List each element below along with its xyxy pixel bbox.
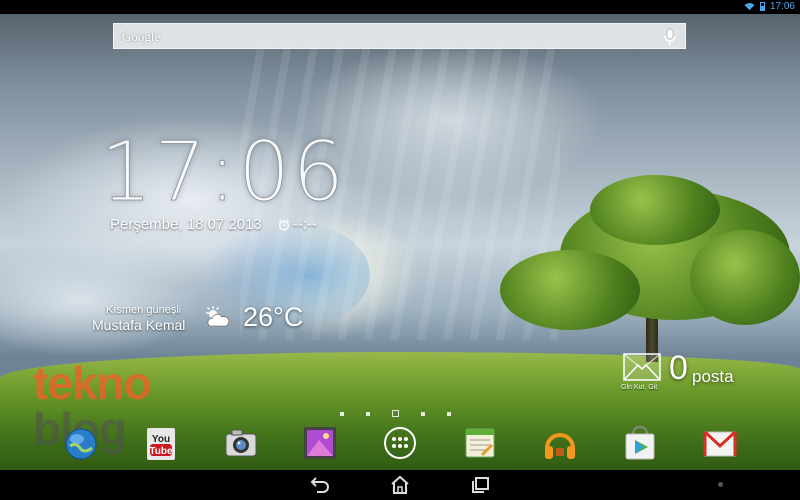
partly-sunny-icon <box>206 306 230 327</box>
date-text: Perşembe, 18 07 2013 <box>110 216 262 233</box>
nav-indicator-dot <box>718 482 723 487</box>
status-bar: 17:06 <box>0 0 800 14</box>
google-search-bar[interactable]: Google <box>113 23 686 49</box>
search-label: Google <box>122 29 161 44</box>
back-button[interactable] <box>309 475 331 495</box>
youtube-icon[interactable]: You Tube <box>142 424 180 462</box>
tree-crown <box>690 230 800 325</box>
tree-crown <box>590 175 720 245</box>
envelope-icon <box>623 353 661 381</box>
page-dot <box>447 411 451 416</box>
status-icons: 17:06 <box>744 1 795 12</box>
alarm[interactable]: --:-- <box>278 216 317 233</box>
home-button[interactable] <box>389 475 411 495</box>
page-dot-current <box>392 410 399 417</box>
mail-count: 0 <box>669 349 688 387</box>
gallery-icon[interactable] <box>301 424 339 462</box>
app-dock: You Tube <box>0 424 800 466</box>
recent-apps-button[interactable] <box>469 475 491 495</box>
alarm-time: --:-- <box>292 216 317 233</box>
alarm-clock-icon <box>278 219 290 230</box>
camera-icon[interactable] <box>222 424 260 462</box>
tree-crown <box>500 250 640 330</box>
globe-icon[interactable] <box>62 424 100 462</box>
page-dot <box>421 411 425 416</box>
navigation-bar <box>0 470 800 500</box>
wifi-icon <box>744 3 755 11</box>
svg-text:You: You <box>152 434 170 445</box>
page-dot <box>340 411 344 416</box>
page-indicator <box>340 410 451 417</box>
mail-label: posta <box>692 367 734 386</box>
watermark-line1: tekno <box>33 357 152 409</box>
microphone-icon[interactable] <box>663 28 677 46</box>
headphones-icon[interactable] <box>541 424 579 462</box>
battery-icon <box>759 2 765 11</box>
page-dot <box>366 411 370 416</box>
app-drawer-glyph <box>384 427 416 459</box>
weather-location[interactable]: Mustafa Kemal <box>92 317 185 333</box>
date-row: Perşembe, 18 07 2013 --:-- <box>110 216 317 233</box>
status-time: 17:06 <box>769 1 795 12</box>
svg-text:Tube: Tube <box>149 446 173 457</box>
app-drawer-icon[interactable] <box>381 424 419 462</box>
gmail-icon[interactable] <box>701 424 739 462</box>
weather-temperature: 26°C <box>243 302 304 332</box>
weather-condition: Kısmen güneşli <box>106 304 182 316</box>
play-store-icon[interactable] <box>621 424 659 462</box>
clock-widget[interactable]: 17:06 <box>100 131 345 214</box>
notes-icon[interactable] <box>461 424 499 462</box>
mail-subtitle: Gln Kut. Git <box>621 384 658 391</box>
